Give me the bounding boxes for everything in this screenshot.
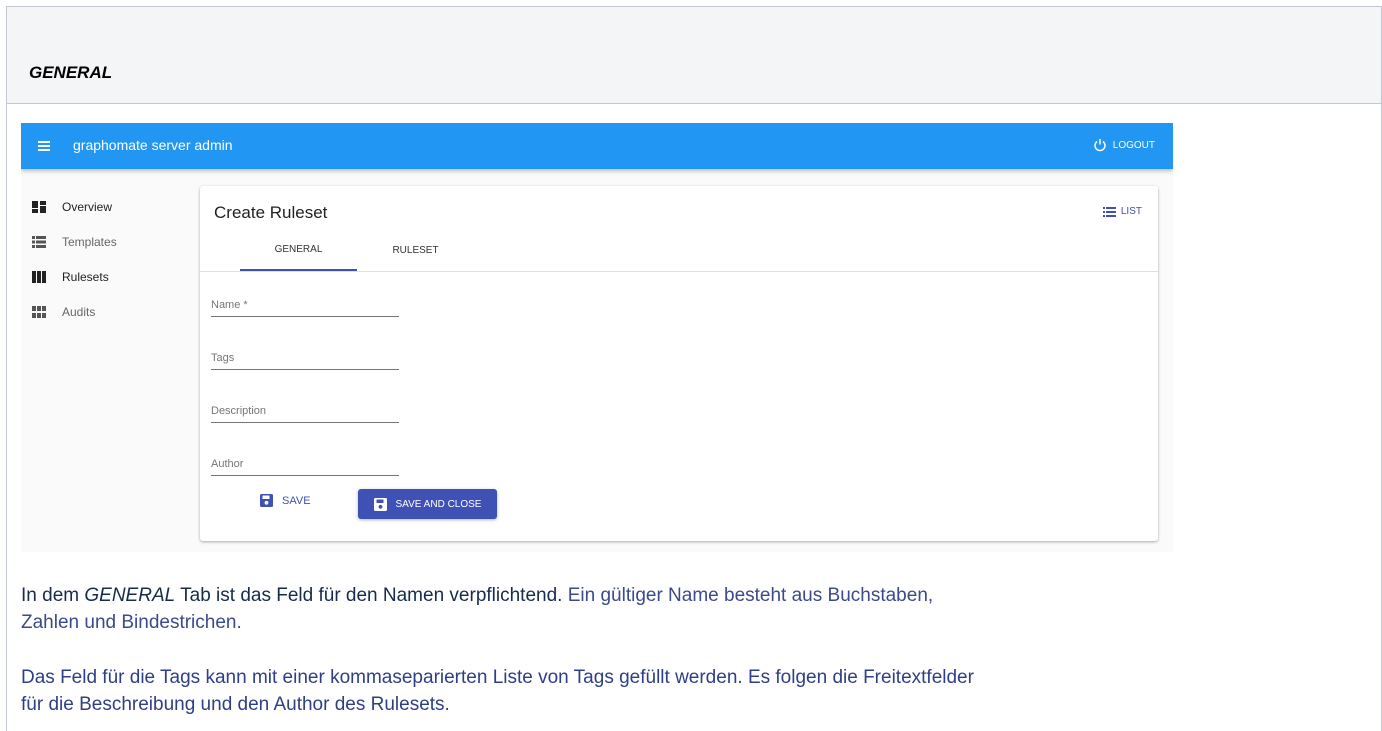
description-field[interactable]: Description [211, 405, 399, 423]
power-icon [1094, 139, 1106, 152]
card-title: Create Ruleset [214, 203, 328, 222]
floppy-disk-icon [373, 497, 387, 511]
tags-field[interactable]: Tags [211, 352, 399, 370]
sidebar-item-rulesets[interactable]: Rulesets [21, 259, 191, 294]
create-ruleset-card: Create Ruleset LIST GENERAL RULESET Name… [200, 186, 1158, 541]
section-title: GENERAL [29, 63, 113, 82]
sidebar-item-label: Overview [62, 199, 113, 214]
description-field-label: Description [211, 405, 267, 417]
app-title: graphomate server admin [73, 137, 233, 153]
sidebar: Overview Templates Rulesets Audits [21, 189, 191, 329]
name-field-label: Name * [211, 299, 248, 311]
list-button[interactable]: LIST [1102, 206, 1142, 217]
app-bar: graphomate server admin LOGOUT [21, 123, 1173, 169]
paragraph-1-highlight: Zahlen und Bindestrichen. [21, 612, 242, 633]
tab-divider [200, 271, 1158, 272]
name-field[interactable]: Name * [211, 299, 399, 317]
logout-label: LOGOUT [1112, 139, 1155, 151]
paragraph-1-text: In dem [21, 585, 85, 606]
author-field-label: Author [211, 458, 244, 470]
view-module-icon [32, 305, 46, 318]
tab-bar: GENERAL RULESET [240, 230, 474, 271]
logout-button[interactable]: LOGOUT [1093, 138, 1155, 152]
dashboard-icon [32, 200, 46, 213]
section-header: GENERAL [7, 7, 1381, 104]
menu-icon[interactable] [38, 141, 50, 151]
paragraph-2-text: für die Beschreibung und den Author des … [21, 694, 450, 715]
list-label: LIST [1120, 206, 1142, 217]
sidebar-item-label: Rulesets [62, 269, 109, 284]
view-list-icon [32, 235, 46, 248]
sidebar-item-overview[interactable]: Overview [21, 189, 191, 224]
save-and-close-button[interactable]: SAVE AND CLOSE [358, 489, 497, 519]
sidebar-item-audits[interactable]: Audits [21, 294, 191, 329]
sidebar-item-label: Templates [62, 234, 117, 249]
save-and-close-label: SAVE AND CLOSE [395, 498, 482, 510]
tab-ruleset[interactable]: RULESET [357, 230, 474, 271]
paragraph-1-highlight: Ein gültiger Name besteht aus Buchstaben… [567, 585, 934, 606]
paragraph-2: Das Feld für die Tags kann mit einer kom… [21, 664, 1366, 718]
author-field[interactable]: Author [211, 458, 399, 476]
paragraph-1-text: Tab ist das Feld für den Namen verpflich… [175, 585, 568, 606]
save-label: SAVE [282, 494, 311, 507]
paragraph-1: In dem GENERAL Tab ist das Feld für den … [21, 582, 1366, 636]
view-column-icon [32, 270, 46, 283]
tags-field-label: Tags [211, 352, 235, 364]
paragraph-2-text: Das Feld für die Tags kann mit einer kom… [21, 667, 974, 688]
paragraph-1-emphasis: GENERAL [84, 585, 176, 606]
tab-general[interactable]: GENERAL [240, 230, 357, 271]
list-icon [1102, 206, 1116, 217]
save-button[interactable]: SAVE [260, 494, 311, 507]
sidebar-item-label: Audits [62, 304, 96, 319]
app-screenshot: graphomate server admin LOGOUT Overview … [21, 123, 1173, 552]
sidebar-item-templates[interactable]: Templates [21, 224, 191, 259]
floppy-disk-icon [260, 494, 273, 507]
